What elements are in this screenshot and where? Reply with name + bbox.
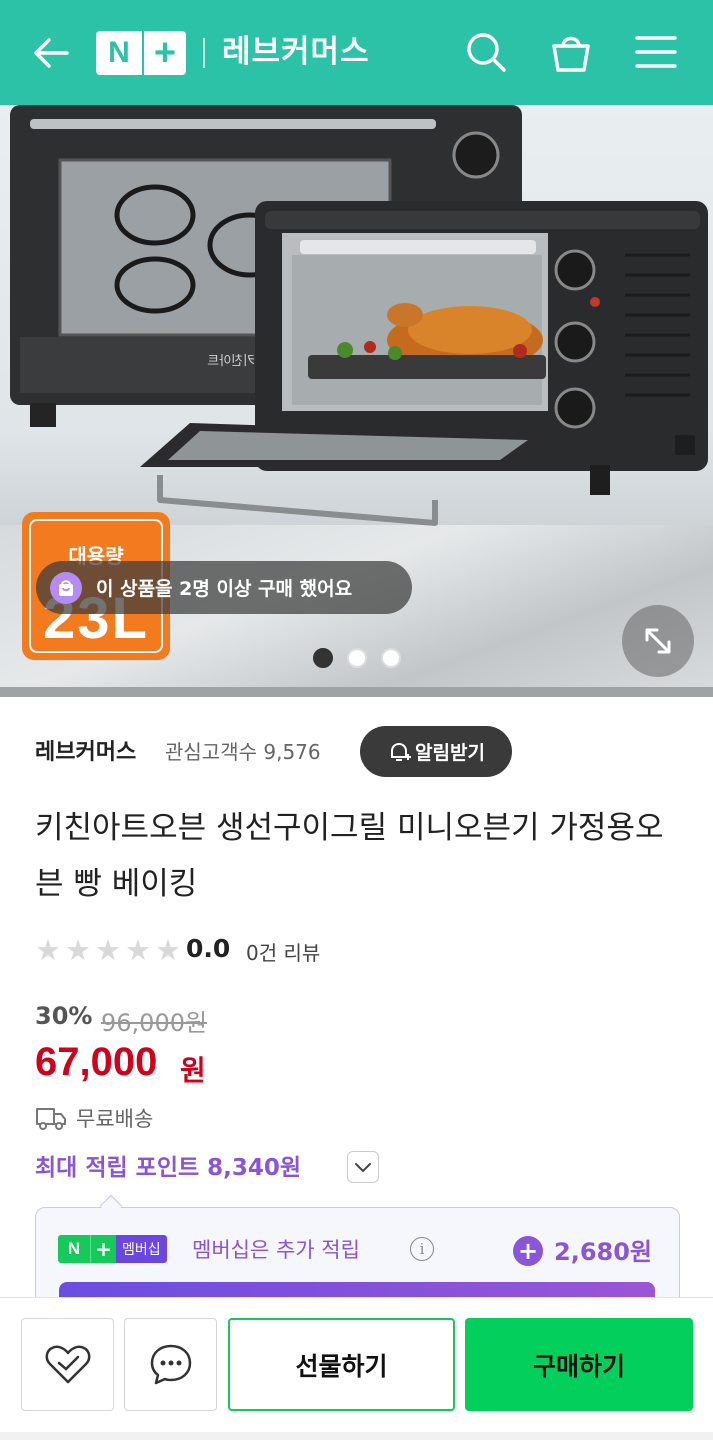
search-icon (467, 33, 506, 72)
top-header: N + 레브커머스 (0, 0, 713, 105)
points-expand-button[interactable] (347, 1151, 379, 1183)
logo-n: N (108, 36, 130, 69)
membership-points-amount: 2,680원 (554, 1238, 652, 1266)
carousel-dot-3[interactable] (381, 648, 401, 668)
review-count-link[interactable]: 0건 리뷰 (246, 937, 320, 966)
search-button[interactable] (460, 26, 512, 78)
max-points-text: 최대 적립 포인트 8,340원 (35, 1155, 302, 1181)
plus-circle-icon: + (513, 1236, 543, 1266)
talk-talk-button[interactable] (124, 1318, 217, 1411)
delivery-truck-icon (36, 1108, 66, 1130)
store-name[interactable]: 레브커머스 (35, 734, 136, 766)
wishlist-button[interactable] (21, 1318, 114, 1411)
arrow-left-icon (34, 38, 69, 68)
purchase-notice-pill: 이 상품을 2명 이상 구매 했어요 (36, 561, 412, 614)
membership-badge-n: N (58, 1235, 90, 1263)
carousel-dot-2[interactable] (347, 648, 367, 668)
notify-button[interactable]: 알림받기 (360, 726, 512, 777)
chevron-down-icon (355, 1163, 371, 1173)
buy-button[interactable]: 구매하기 (465, 1318, 693, 1411)
heart-check-icon (45, 1345, 90, 1383)
star-icon: ★ (155, 933, 181, 967)
home-indicator-strip (0, 1432, 713, 1440)
hamburger-menu-icon (635, 36, 677, 68)
rating-score: 0.0 (186, 934, 231, 963)
membership-extra-text: 멤버십은 추가 적립 (192, 1238, 360, 1262)
info-icon[interactable]: i (410, 1237, 434, 1261)
chat-bubble-icon (150, 1344, 191, 1384)
header-divider (203, 38, 205, 68)
sale-price: 67,000 (35, 1040, 158, 1084)
star-icon: ★ (95, 933, 121, 967)
discount-rate: 30% (35, 1002, 93, 1030)
image-expand-button[interactable] (622, 605, 694, 677)
gift-button[interactable]: 선물하기 (228, 1318, 455, 1411)
sale-price-unit: 원 (180, 1054, 206, 1087)
image-bottom-strip (0, 687, 713, 697)
carousel-dot-1[interactable] (313, 648, 333, 668)
product-title: 키친아트오븐 생선구이그릴 미니오븐기 가정용오븐 빵 베이킹 (35, 810, 664, 902)
naver-plus-logo[interactable]: N + (96, 31, 186, 75)
menu-button[interactable] (630, 26, 682, 78)
cart-button[interactable] (545, 26, 597, 78)
notify-label: 알림받기 (415, 742, 485, 764)
back-button[interactable] (26, 28, 76, 78)
logo-plus: + (153, 31, 177, 74)
shopping-bag-icon (552, 36, 590, 72)
expand-arrows-icon (645, 628, 671, 654)
membership-badge-text: 멤버십 (116, 1235, 167, 1263)
store-follower-count: 관심고객수 9,576 (165, 740, 321, 764)
membership-badge-plus: + (90, 1235, 116, 1263)
bell-plus-icon (391, 742, 412, 761)
nplus-membership-badge: N + 멤버십 (58, 1235, 167, 1263)
star-icon: ★ (35, 933, 61, 967)
carousel-dots (313, 648, 401, 668)
purple-bag-icon (50, 571, 82, 604)
star-icon: ★ (125, 933, 151, 967)
original-price: 96,000원 (101, 1009, 208, 1037)
purchase-notice-text: 이 상품을 2명 이상 구매 했어요 (96, 578, 353, 600)
star-icon: ★ (65, 933, 91, 967)
store-title[interactable]: 레브커머스 (222, 30, 370, 74)
oven-brand-print: 키친아트 (207, 354, 255, 369)
shipping-info: 무료배송 (76, 1107, 154, 1131)
rating-stars[interactable]: ★ ★ ★ ★ ★ (35, 935, 184, 965)
